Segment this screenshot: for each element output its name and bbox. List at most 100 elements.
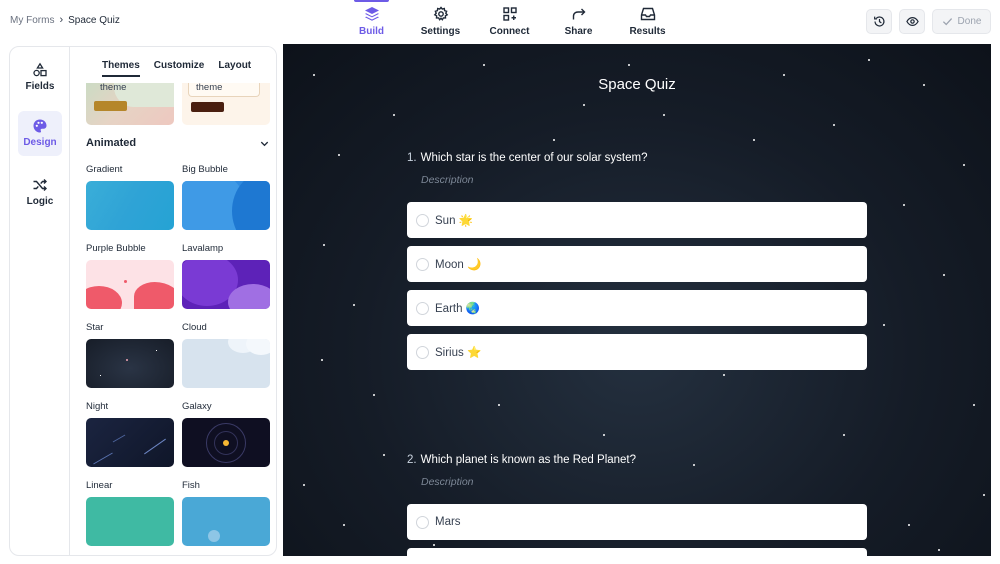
star-dot — [338, 154, 340, 156]
inbox-icon — [640, 7, 655, 21]
star-dot — [321, 359, 323, 361]
preview-button[interactable] — [899, 9, 925, 34]
theme-card-night[interactable] — [86, 418, 174, 467]
tab-build[interactable]: Build — [337, 0, 406, 44]
option-earth[interactable]: Earth 🌏 — [407, 290, 867, 326]
theme-name-fish: Fish — [182, 480, 200, 491]
star-dot — [903, 204, 905, 206]
animated-section-title: Animated — [86, 137, 137, 149]
star-dot — [343, 524, 345, 526]
star-dot — [433, 544, 435, 546]
theme-card-partial-1[interactable]: theme — [86, 77, 174, 125]
top-bar: My Forms › Space Quiz Build Settings Con… — [0, 0, 1000, 44]
star-dot — [373, 394, 375, 396]
theme-card-partial-2[interactable]: theme — [182, 77, 270, 125]
option-mars[interactable]: Mars — [407, 504, 867, 540]
theme-card-fish[interactable] — [182, 497, 270, 546]
star-dot — [938, 549, 940, 551]
done-button[interactable]: Done — [932, 9, 991, 34]
star-dot — [723, 374, 725, 376]
theme-card-purple-bubble[interactable] — [86, 260, 174, 309]
eye-icon — [905, 16, 919, 27]
history-button[interactable] — [866, 9, 892, 34]
theme-card-cloud[interactable] — [182, 339, 270, 388]
star-dot — [753, 139, 755, 141]
star-dot — [868, 59, 870, 61]
question-1-text: Which star is the center of our solar sy… — [420, 152, 648, 164]
question-2-text: Which planet is known as the Red Planet? — [420, 454, 637, 466]
subtab-layout[interactable]: Layout — [218, 47, 251, 83]
theme-card-linear[interactable] — [86, 497, 174, 546]
question-2-description[interactable]: Description — [421, 476, 474, 488]
star-dot — [693, 464, 695, 466]
option-moon[interactable]: Moon 🌙 — [407, 246, 867, 282]
radio-circle[interactable] — [416, 515, 429, 529]
radio-circle[interactable] — [416, 257, 429, 271]
option-sirius-label: Sirius ⭐ — [435, 347, 482, 359]
star-dot — [943, 274, 945, 276]
tab-connect-label: Connect — [489, 26, 530, 37]
star-dot — [323, 244, 325, 246]
animated-section-header[interactable]: Animated — [86, 137, 270, 149]
rail-fields[interactable]: Fields — [18, 55, 62, 100]
radio-circle[interactable] — [416, 345, 429, 359]
theme-card-star[interactable] — [86, 339, 174, 388]
theme-name-linear: Linear — [86, 480, 113, 491]
star-dot — [383, 454, 385, 456]
theme-card-lavalamp[interactable] — [182, 260, 270, 309]
tab-settings[interactable]: Settings — [406, 0, 475, 44]
grid-plus-icon — [502, 7, 517, 21]
theme-card-partial-2-label: theme — [196, 82, 223, 93]
subtab-customize[interactable]: Customize — [154, 47, 205, 83]
question-1[interactable]: 1. Which star is the center of our solar … — [407, 152, 647, 164]
tab-share[interactable]: Share — [544, 0, 613, 44]
star-dot — [483, 64, 485, 66]
breadcrumb-my-forms[interactable]: My Forms — [10, 15, 54, 26]
rail-design-label: Design — [23, 137, 57, 148]
theme-card-big-bubble[interactable] — [182, 181, 270, 230]
option-mars-label: Mars — [435, 516, 461, 528]
question-1-description[interactable]: Description — [421, 174, 474, 186]
gear-icon — [433, 6, 448, 21]
star-dot — [963, 164, 965, 166]
form-preview-canvas: Space Quiz 1. Which star is the center of… — [283, 44, 991, 556]
themes-content: Themes Customize Layout theme theme Anim… — [71, 47, 276, 555]
header-actions: Done — [866, 9, 991, 34]
star-dot — [498, 404, 500, 406]
radio-circle[interactable] — [416, 213, 429, 227]
option-sirius[interactable]: Sirius ⭐ — [407, 334, 867, 370]
theme-card-galaxy[interactable] — [182, 418, 270, 467]
star-dot — [393, 114, 395, 116]
theme-card-partial-1-label: theme — [100, 82, 127, 93]
palette-icon — [33, 119, 47, 133]
subtab-themes[interactable]: Themes — [102, 47, 140, 83]
theme-name-gradient: Gradient — [86, 164, 123, 175]
theme-card-gradient[interactable] — [86, 181, 174, 230]
tab-results[interactable]: Results — [613, 0, 682, 44]
rail-design[interactable]: Design — [18, 111, 62, 156]
theme-name-lavalamp: Lavalamp — [182, 243, 224, 254]
option-sun[interactable]: Sun 🌟 — [407, 202, 867, 238]
star-dot — [553, 139, 555, 141]
star-dot — [883, 324, 885, 326]
form-title[interactable]: Space Quiz — [283, 76, 991, 93]
layers-icon — [364, 7, 379, 21]
radio-circle[interactable] — [416, 301, 429, 315]
option-next-partial[interactable] — [407, 548, 867, 556]
main-nav: Build Settings Connect Share Results — [337, 0, 682, 44]
star-dot — [303, 484, 305, 486]
star-dot — [973, 404, 975, 406]
question-1-number: 1. — [407, 152, 417, 164]
star-dot — [843, 434, 845, 436]
shapes-icon — [33, 62, 47, 77]
star-dot — [833, 124, 835, 126]
star-dot — [983, 494, 985, 496]
star-dot — [663, 114, 665, 116]
rail-logic[interactable]: Logic — [18, 170, 62, 215]
star-dot — [908, 524, 910, 526]
question-2[interactable]: 2. Which planet is known as the Red Plane… — [407, 454, 636, 466]
option-sun-label: Sun 🌟 — [435, 215, 473, 227]
tab-results-label: Results — [629, 26, 666, 37]
tab-connect[interactable]: Connect — [475, 0, 544, 44]
shuffle-icon — [33, 179, 47, 191]
